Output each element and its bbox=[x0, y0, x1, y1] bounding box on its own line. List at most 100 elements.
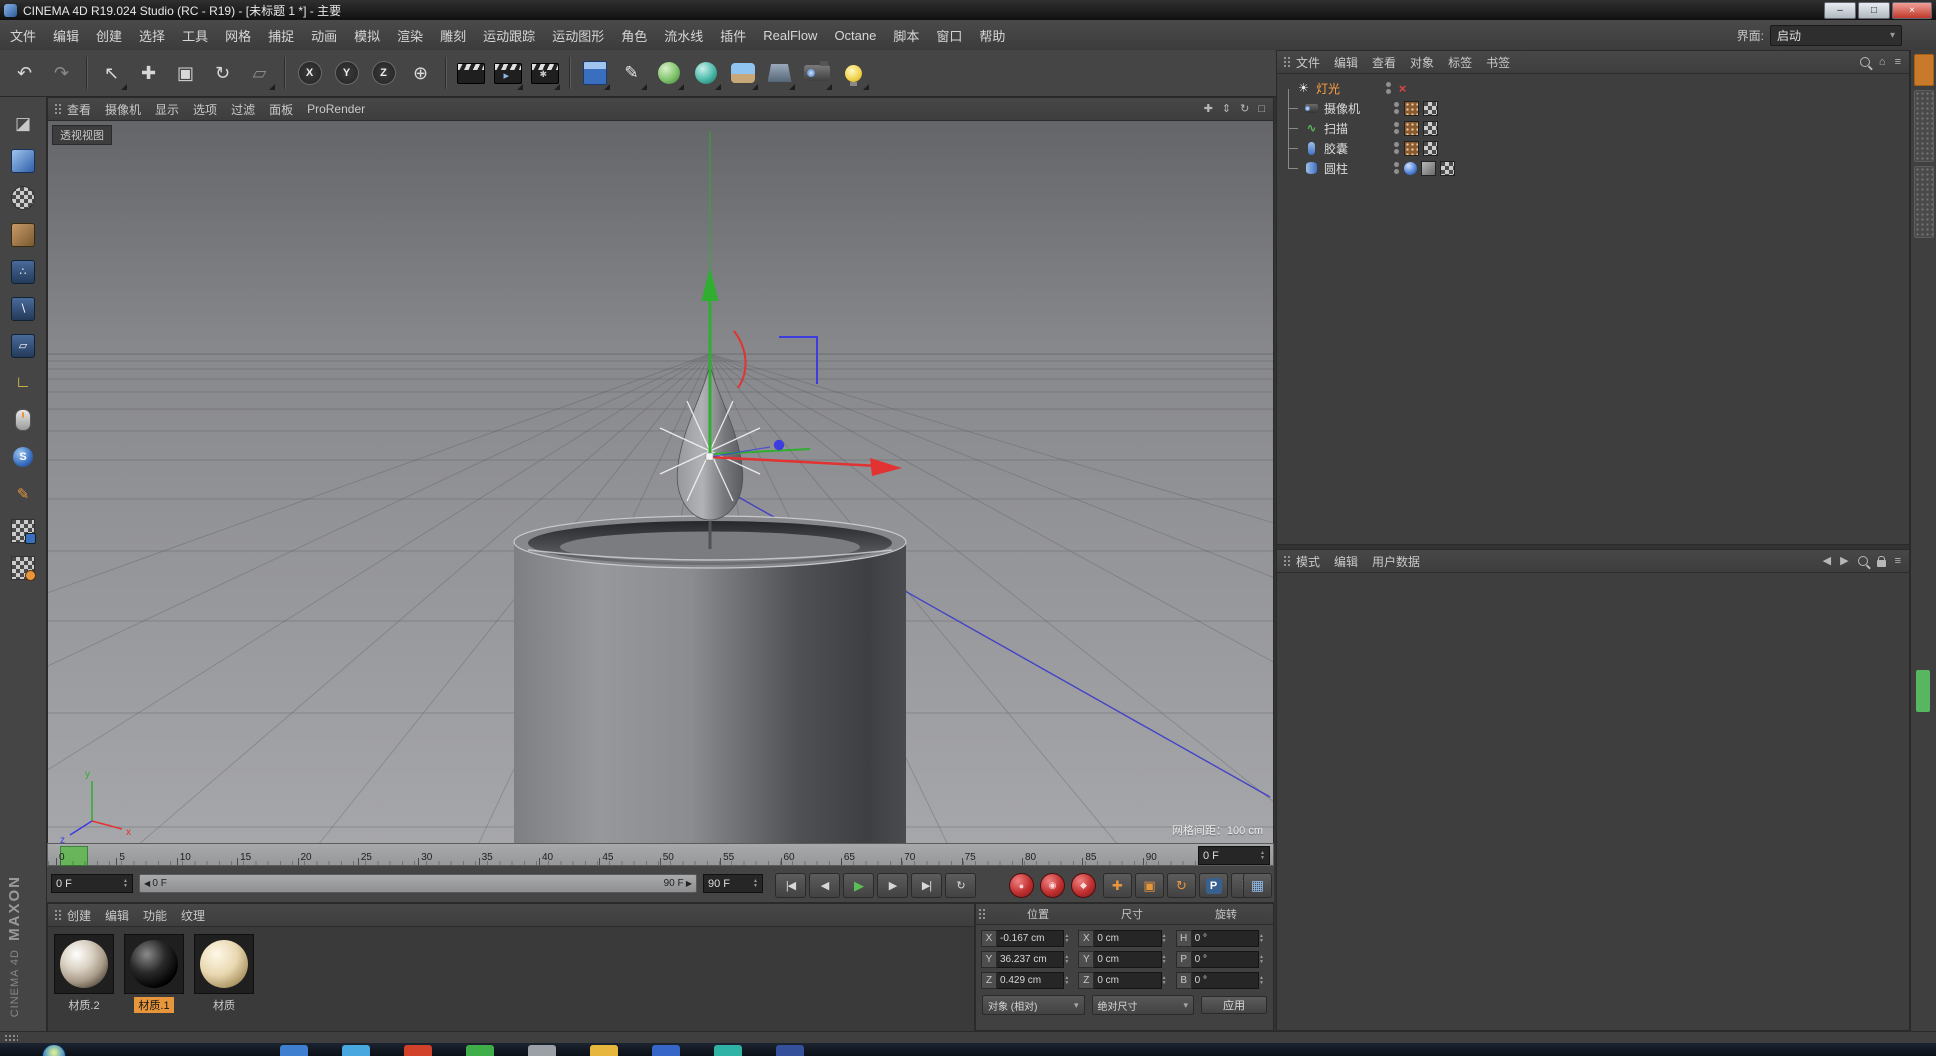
menu-item[interactable]: 插件 bbox=[720, 26, 746, 45]
timeline-range-slider[interactable]: 0 F 90 F bbox=[139, 874, 697, 893]
object-tag-icon[interactable] bbox=[1413, 82, 1426, 95]
add-subdivision-button[interactable] bbox=[650, 53, 687, 93]
spinner-icon[interactable] bbox=[1064, 976, 1073, 986]
search-icon[interactable] bbox=[1859, 57, 1870, 67]
panel-grip[interactable] bbox=[978, 908, 986, 920]
object-name[interactable]: 灯光 bbox=[1316, 80, 1380, 97]
move-tool-button[interactable]: ✚ bbox=[130, 53, 167, 93]
workplane-mode-icon[interactable] bbox=[3, 216, 43, 253]
start-button[interactable] bbox=[42, 1044, 66, 1056]
taskbar-icon[interactable] bbox=[466, 1045, 494, 1056]
coordinate-input[interactable]: 0 cm bbox=[1094, 972, 1162, 989]
make-editable-icon[interactable]: ◪ bbox=[3, 105, 43, 142]
material-item[interactable]: 材质.2 bbox=[54, 934, 114, 1024]
goto-start-button[interactable]: |◀ bbox=[775, 873, 806, 898]
material-menu-item[interactable]: 功能 bbox=[143, 907, 167, 924]
dock-tab[interactable] bbox=[1914, 166, 1934, 238]
object-manager-menu-item[interactable]: 查看 bbox=[1372, 54, 1396, 71]
panel-menu-icon[interactable]: ≡ bbox=[1895, 555, 1901, 567]
menu-item[interactable]: 流水线 bbox=[664, 26, 703, 45]
visibility-dots[interactable] bbox=[1384, 81, 1392, 96]
spinner-icon[interactable] bbox=[1064, 934, 1073, 944]
object-row[interactable]: ☀ 灯光 bbox=[1277, 78, 1909, 98]
object-row[interactable]: 摄像机 bbox=[1277, 89, 1909, 118]
object-tag-icon[interactable] bbox=[1423, 120, 1438, 136]
keyframe-selection-button[interactable]: ◆ bbox=[1071, 873, 1096, 898]
material-name[interactable]: 材质.1 bbox=[134, 997, 174, 1013]
taskbar-icon[interactable] bbox=[404, 1045, 432, 1056]
menu-item[interactable]: 脚本 bbox=[893, 26, 919, 45]
object-type-icon[interactable] bbox=[1303, 161, 1320, 176]
loop-button[interactable]: ↻ bbox=[945, 873, 976, 898]
material-thumbnail[interactable] bbox=[124, 934, 184, 994]
home-icon[interactable]: ⌂ bbox=[1879, 56, 1886, 68]
rotate-view-icon[interactable]: ↻ bbox=[1240, 103, 1249, 115]
pan-view-icon[interactable]: ✚ bbox=[1204, 103, 1213, 115]
record-position-toggle[interactable]: ✚ bbox=[1103, 873, 1132, 898]
visibility-dots[interactable] bbox=[1392, 141, 1400, 156]
polygons-mode-icon[interactable]: ▱ bbox=[3, 327, 43, 364]
previous-frame-button[interactable]: ◀ bbox=[809, 873, 840, 898]
play-button[interactable]: ▶ bbox=[843, 873, 874, 898]
add-generator-button[interactable] bbox=[687, 53, 724, 93]
menu-item[interactable]: 模拟 bbox=[354, 26, 380, 45]
object-tag-icon[interactable] bbox=[1440, 160, 1455, 176]
current-frame-field[interactable]: 0 F bbox=[1198, 846, 1270, 865]
record-keyframe-button[interactable]: ● bbox=[1009, 873, 1034, 898]
paint-icon[interactable]: ✎ bbox=[3, 475, 43, 512]
coordinate-input[interactable]: 0 ° bbox=[1191, 951, 1259, 968]
autokey-button[interactable]: ◉ bbox=[1040, 873, 1065, 898]
taskbar-icon[interactable] bbox=[776, 1045, 804, 1056]
panel-grip[interactable] bbox=[54, 103, 62, 115]
viewport-menu-item[interactable]: 查看 bbox=[67, 101, 91, 118]
material-name[interactable]: 材质 bbox=[209, 997, 239, 1013]
object-manager-menu-item[interactable]: 书签 bbox=[1486, 54, 1510, 71]
coordinate-input[interactable]: 0 cm bbox=[1094, 930, 1162, 947]
visibility-dots[interactable] bbox=[1392, 161, 1400, 176]
material-thumbnail[interactable] bbox=[54, 934, 114, 994]
viewport-menu-item[interactable]: 选项 bbox=[193, 101, 217, 118]
object-tag-icon[interactable] bbox=[1396, 82, 1409, 95]
menu-item[interactable]: RealFlow bbox=[763, 28, 817, 43]
add-cube-button[interactable] bbox=[576, 53, 613, 93]
model-mode-icon[interactable] bbox=[3, 142, 43, 179]
dock-tab[interactable] bbox=[1914, 54, 1934, 86]
render-view-button[interactable] bbox=[452, 53, 489, 93]
menu-item[interactable]: Octane bbox=[834, 28, 876, 43]
taskbar-icon[interactable] bbox=[590, 1045, 618, 1056]
menu-item[interactable]: 渲染 bbox=[397, 26, 423, 45]
viewport-menu-item[interactable]: ProRender bbox=[307, 102, 365, 116]
record-parameter-toggle[interactable]: P bbox=[1199, 873, 1228, 898]
spinner-icon[interactable] bbox=[1162, 976, 1171, 986]
material-item[interactable]: 材质 bbox=[194, 934, 254, 1024]
x-axis-lock-button[interactable]: X bbox=[291, 53, 328, 93]
coordinate-input[interactable]: 0.429 cm bbox=[997, 972, 1065, 989]
coordinate-system-button[interactable]: ⊕ bbox=[402, 53, 439, 93]
menu-item[interactable]: 文件 bbox=[10, 26, 36, 45]
material-thumbnail[interactable] bbox=[194, 934, 254, 994]
viewport-solo-icon[interactable] bbox=[3, 401, 43, 438]
z-axis-lock-button[interactable]: Z bbox=[365, 53, 402, 93]
close-button[interactable]: × bbox=[1892, 2, 1932, 19]
object-type-icon[interactable] bbox=[1303, 101, 1320, 116]
visibility-dots[interactable] bbox=[1392, 121, 1400, 136]
object-name[interactable]: 摄像机 bbox=[1324, 100, 1388, 117]
taskbar-icon[interactable] bbox=[652, 1045, 680, 1056]
object-tag-icon[interactable] bbox=[1423, 100, 1438, 116]
taskbar-icon[interactable] bbox=[280, 1045, 308, 1056]
menu-item[interactable]: 编辑 bbox=[53, 26, 79, 45]
record-rotation-toggle[interactable]: ↻ bbox=[1167, 873, 1196, 898]
range-start-handle[interactable]: 0 F bbox=[144, 878, 166, 889]
material-menu-item[interactable]: 纹理 bbox=[181, 907, 205, 924]
object-tag-icon[interactable] bbox=[1404, 140, 1419, 156]
render-picture-viewer-button[interactable] bbox=[489, 53, 526, 93]
panel-grip[interactable] bbox=[1283, 555, 1291, 567]
add-stage-button[interactable] bbox=[761, 53, 798, 93]
object-type-icon[interactable]: ∿ bbox=[1303, 121, 1320, 136]
viewport-menu-item[interactable]: 过滤 bbox=[231, 101, 255, 118]
menu-item[interactable]: 运动跟踪 bbox=[483, 26, 535, 45]
scale-tool-button[interactable]: ▣ bbox=[167, 53, 204, 93]
spinner-icon[interactable] bbox=[1064, 955, 1073, 965]
coordinate-input[interactable]: 0 cm bbox=[1094, 951, 1162, 968]
menu-item[interactable]: 运动图形 bbox=[552, 26, 604, 45]
